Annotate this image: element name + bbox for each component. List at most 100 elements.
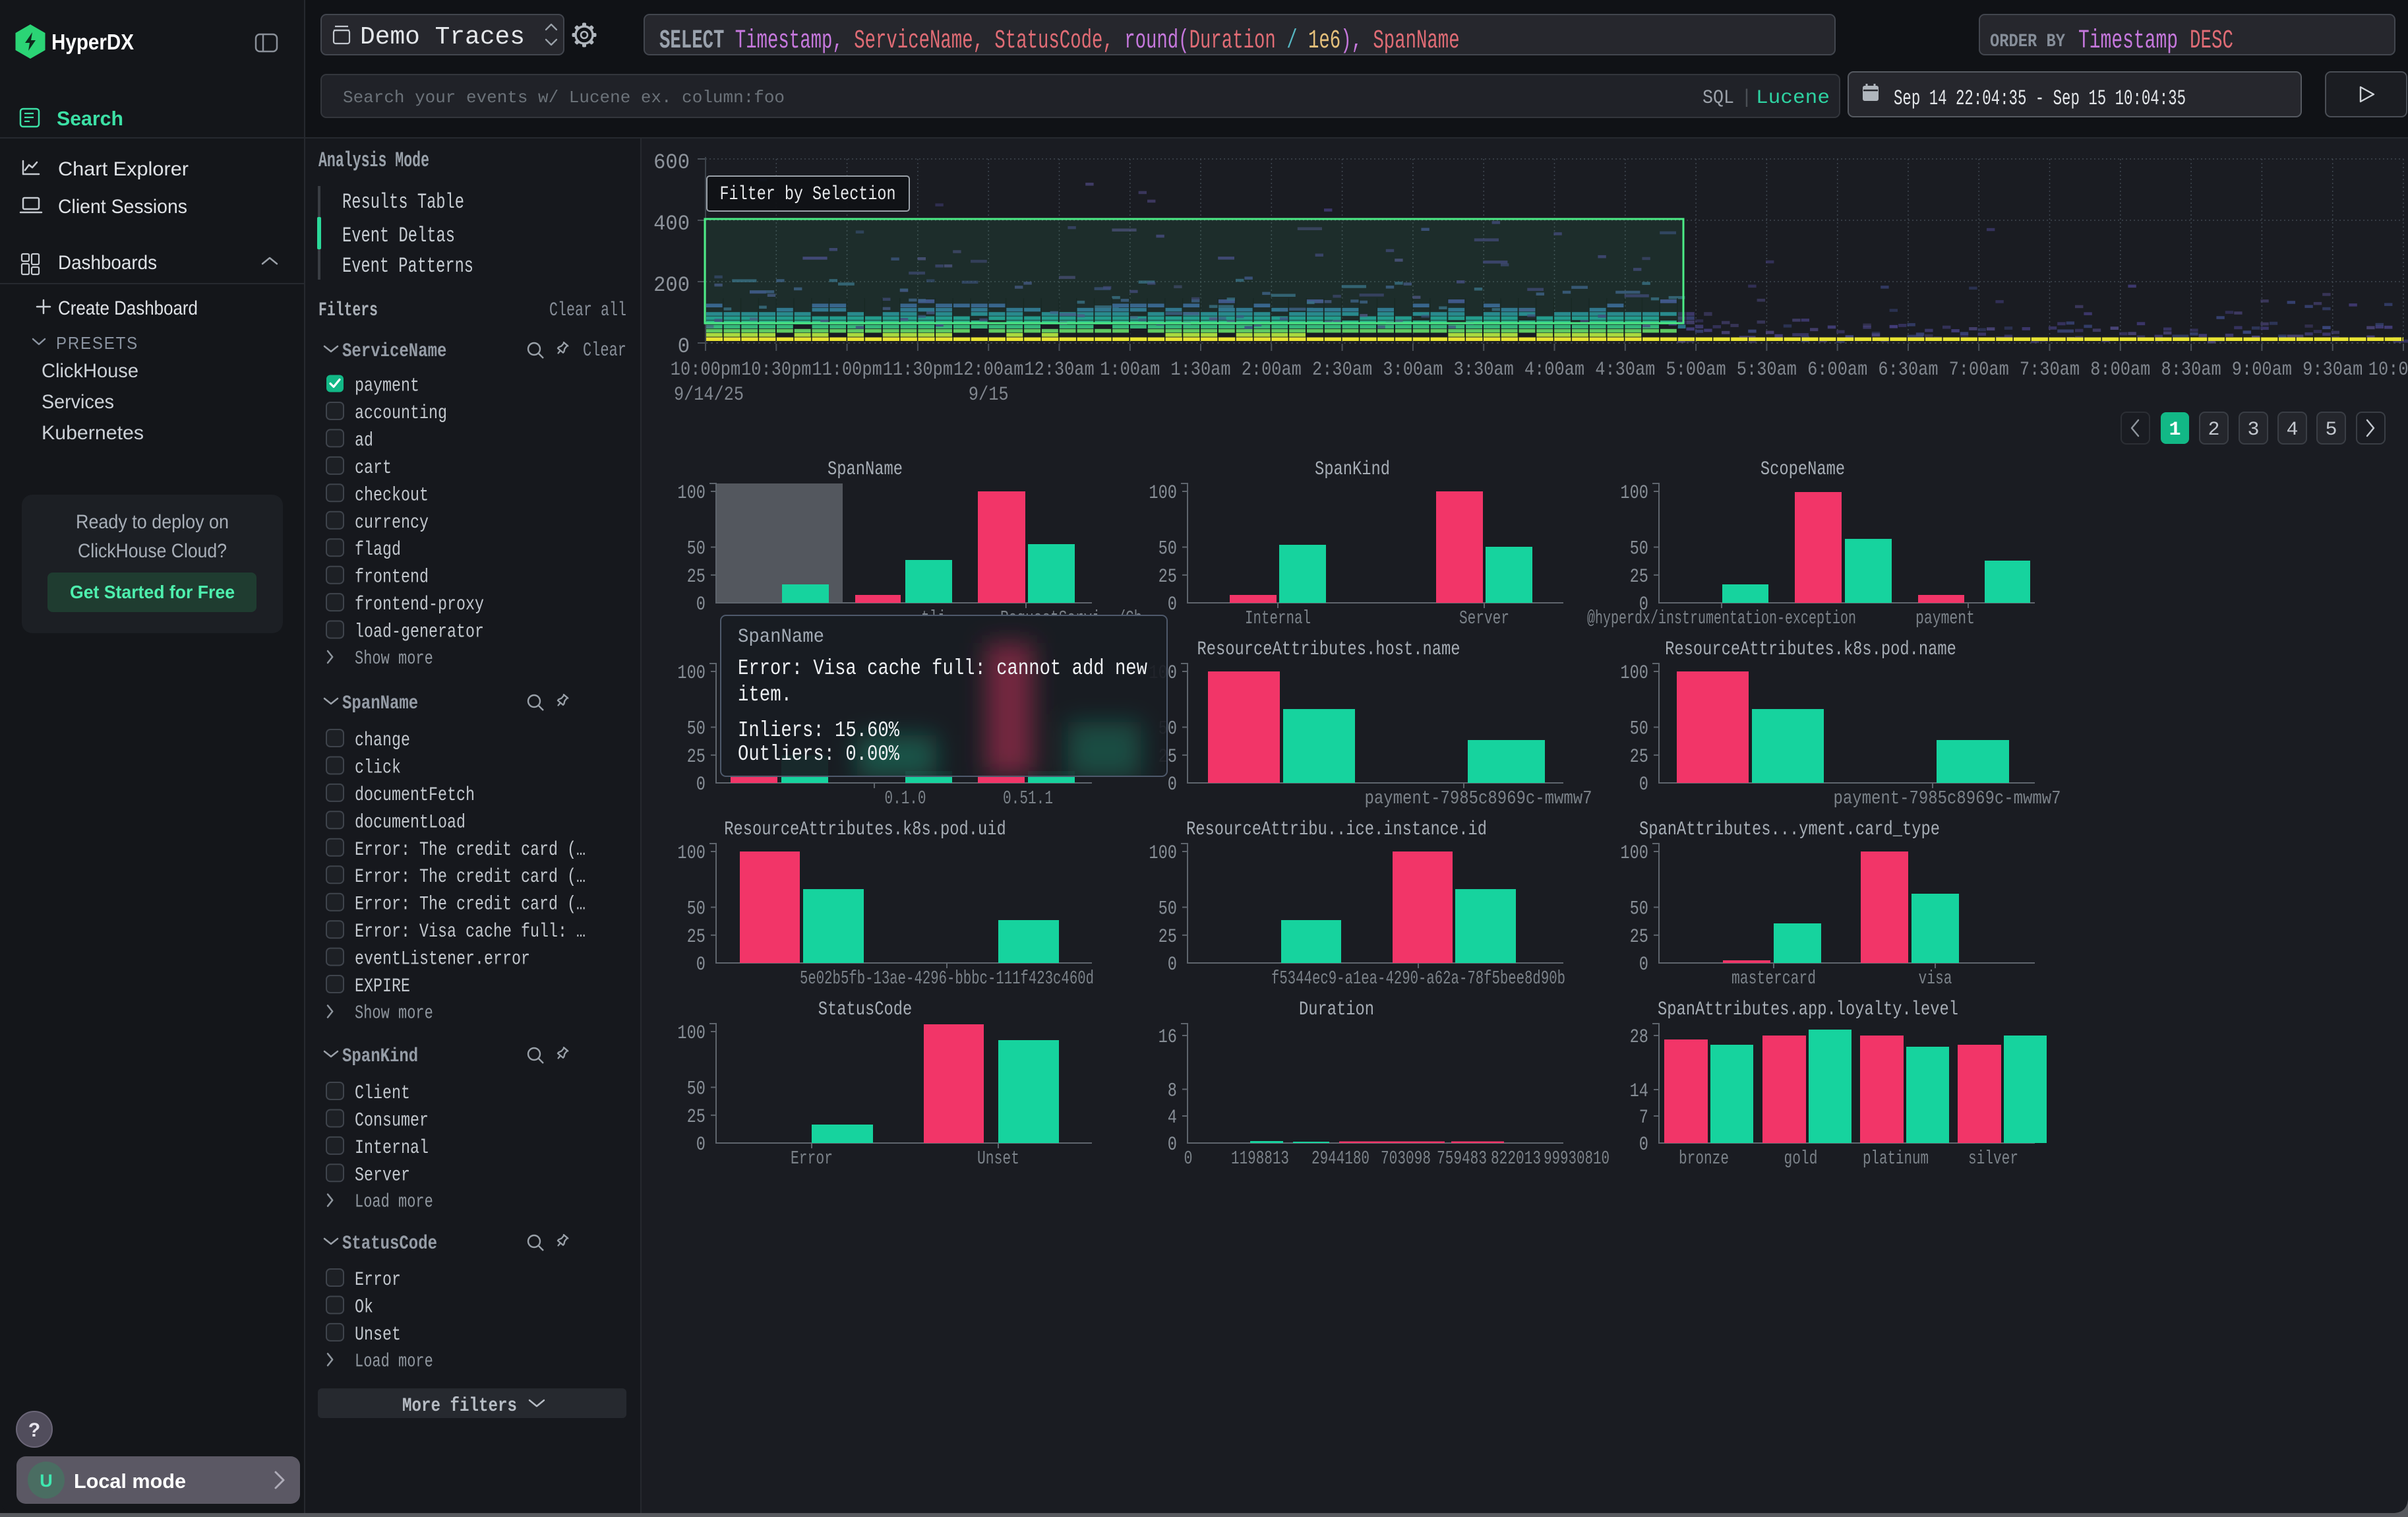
svg-text:ResourceAttribu..ice.instance.: ResourceAttribu..ice.instance.id <box>1186 819 1487 841</box>
svg-text:frontend: frontend <box>355 567 429 589</box>
svg-text:100: 100 <box>677 1022 706 1045</box>
svg-text:0: 0 <box>696 594 706 616</box>
svg-text:Analysis Mode: Analysis Mode <box>318 148 429 173</box>
svg-text:28: 28 <box>1630 1026 1648 1049</box>
svg-text:Results Table: Results Table <box>342 190 464 214</box>
svg-text:Internal: Internal <box>1245 607 1311 629</box>
svg-text:759483: 759483 <box>1437 1148 1487 1169</box>
svg-text:2:30am: 2:30am <box>1312 359 1372 381</box>
svg-text:703098: 703098 <box>1381 1148 1431 1169</box>
svg-text:12:30am: 12:30am <box>1024 359 1094 381</box>
svg-text:ServiceName: ServiceName <box>342 340 446 363</box>
svg-text:eventListener.error: eventListener.error <box>355 948 530 971</box>
svg-text:9/14/25: 9/14/25 <box>674 384 744 406</box>
svg-text:0: 0 <box>678 334 690 359</box>
svg-text:ResourceAttributes.host.name: ResourceAttributes.host.name <box>1197 638 1460 661</box>
svg-text:SpanName: SpanName <box>828 458 903 481</box>
svg-text:8: 8 <box>1168 1080 1177 1103</box>
svg-text:round(: round( <box>1124 26 1189 56</box>
svg-text:Event Patterns: Event Patterns <box>342 254 473 278</box>
svg-text:0: 0 <box>1168 954 1177 976</box>
svg-text:/: / <box>1286 26 1297 56</box>
svg-text:4: 4 <box>2286 419 2298 441</box>
svg-text:25: 25 <box>1630 746 1648 768</box>
svg-text:Duration: Duration <box>1189 26 1276 56</box>
svg-text:Error: Error <box>791 1148 833 1169</box>
svg-text:),: ), <box>1340 26 1362 56</box>
svg-text:SQL: SQL <box>1702 87 1734 109</box>
svg-text:50: 50 <box>687 538 706 561</box>
svg-text:change: change <box>355 729 410 752</box>
svg-text:8:30am: 8:30am <box>2161 359 2221 381</box>
svg-text:HyperDX: HyperDX <box>51 30 134 54</box>
svg-text:Timestamp: Timestamp <box>2078 26 2178 56</box>
svg-text:25: 25 <box>1630 926 1648 948</box>
svg-text:Dashboards: Dashboards <box>58 252 157 274</box>
svg-text:payment-7985c8969c-mwmw7: payment-7985c8969c-mwmw7 <box>1365 788 1592 809</box>
svg-text:Client: Client <box>355 1082 410 1105</box>
svg-text:SpanKind: SpanKind <box>1315 458 1390 481</box>
svg-text:Filter by Selection: Filter by Selection <box>720 183 896 206</box>
svg-text:More filters: More filters <box>402 1395 517 1417</box>
svg-text:Demo Traces: Demo Traces <box>360 23 525 51</box>
svg-text:Show more: Show more <box>355 648 433 669</box>
svg-text:documentLoad: documentLoad <box>355 811 466 834</box>
svg-text:Unset: Unset <box>977 1148 1019 1169</box>
svg-text:click: click <box>355 757 401 780</box>
svg-text:100: 100 <box>677 662 706 685</box>
svg-text:0: 0 <box>1639 954 1648 976</box>
svg-text:Show more: Show more <box>355 1003 433 1024</box>
svg-text:100: 100 <box>677 842 706 865</box>
svg-text:1:30am: 1:30am <box>1170 359 1230 381</box>
svg-text:200: 200 <box>653 273 690 297</box>
svg-text:currency: currency <box>355 512 429 534</box>
svg-text:StatusCode: StatusCode <box>342 1233 437 1255</box>
svg-text:Lucene: Lucene <box>1756 87 1830 109</box>
svg-text:Services: Services <box>42 391 114 413</box>
svg-text:25: 25 <box>1159 926 1177 948</box>
svg-text:5: 5 <box>2325 419 2337 441</box>
svg-text:1:00am: 1:00am <box>1100 359 1160 381</box>
svg-text:ResourceAttributes.k8s.pod.nam: ResourceAttributes.k8s.pod.name <box>1665 638 1956 661</box>
svg-text:0: 0 <box>696 1134 706 1156</box>
svg-text:7: 7 <box>1639 1107 1648 1129</box>
svg-text:mastercard: mastercard <box>1731 968 1816 989</box>
svg-text:99930810: 99930810 <box>1544 1148 1610 1169</box>
svg-text:gold: gold <box>1784 1148 1818 1169</box>
svg-text:bronze: bronze <box>1679 1148 1729 1169</box>
svg-text:ClickHouse: ClickHouse <box>42 360 138 382</box>
svg-text:822013: 822013 <box>1491 1148 1541 1169</box>
svg-text:Error: The credit card (…: Error: The credit card (… <box>355 839 586 861</box>
svg-text:4: 4 <box>1168 1107 1177 1129</box>
svg-text:Ok: Ok <box>355 1297 373 1319</box>
svg-text:100: 100 <box>1620 662 1648 685</box>
svg-text:ad: ad <box>355 429 373 452</box>
svg-text:Error: The credit card (…: Error: The credit card (… <box>355 894 586 916</box>
svg-text:2: 2 <box>2208 419 2219 441</box>
svg-text:PRESETS: PRESETS <box>56 333 138 353</box>
svg-text:10:00am: 10:00am <box>2368 359 2408 381</box>
svg-text:6:30am: 6:30am <box>1878 359 1938 381</box>
svg-text:f5344ec9-a1ea-4290-a62a-78f5be: f5344ec9-a1ea-4290-a62a-78f5bee8d90b <box>1271 968 1565 989</box>
svg-text:100: 100 <box>1620 842 1648 865</box>
svg-text:4:30am: 4:30am <box>1595 359 1655 381</box>
svg-text:0: 0 <box>1168 1134 1177 1156</box>
svg-text:Search: Search <box>57 107 123 130</box>
svg-text:3: 3 <box>2247 419 2259 441</box>
svg-text:visa: visa <box>1919 968 1952 989</box>
svg-text:25: 25 <box>1159 566 1177 588</box>
svg-text:5:00am: 5:00am <box>1666 359 1726 381</box>
svg-text:Error: Visa cache full: cannot: Error: Visa cache full: cannot add new <box>738 656 1147 681</box>
svg-text:11:00pm: 11:00pm <box>812 359 882 381</box>
svg-text:Create Dashboard: Create Dashboard <box>58 297 198 319</box>
svg-text:?: ? <box>28 1419 40 1441</box>
svg-text:accounting: accounting <box>355 402 447 425</box>
svg-text:9:30am: 9:30am <box>2303 359 2363 381</box>
svg-text:0: 0 <box>1639 1134 1648 1156</box>
svg-text:ClickHouse Cloud?: ClickHouse Cloud? <box>78 540 227 562</box>
svg-text:8:00am: 8:00am <box>2090 359 2150 381</box>
svg-text:SpanName: SpanName <box>342 693 418 715</box>
svg-text:25: 25 <box>687 746 706 768</box>
svg-text:50: 50 <box>687 1078 706 1101</box>
svg-text:0: 0 <box>1184 1148 1193 1169</box>
